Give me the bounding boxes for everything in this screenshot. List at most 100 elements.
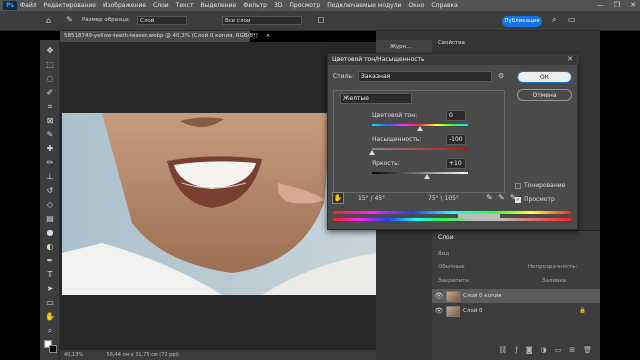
menu-select[interactable]: Выделение [200, 2, 236, 9]
lock-label: Закрепить: [438, 278, 471, 284]
menu-3d[interactable]: 3D [274, 2, 282, 9]
home-icon[interactable]: ⌂ [46, 16, 51, 25]
menu-image[interactable]: Изображение [103, 2, 146, 9]
document-tab[interactable]: 58518749-yellow-teeth-teaser.webp @ 40,3… [60, 31, 270, 42]
marquee-tool-icon[interactable]: ⬚ [45, 60, 55, 70]
preset-label: Стиль: [333, 73, 354, 80]
saturation-slider[interactable] [372, 148, 468, 150]
journal-tab[interactable]: Журн... [390, 44, 412, 50]
trash-icon[interactable]: 🗑 [583, 346, 592, 354]
cancel-button[interactable]: Отмена [517, 89, 572, 101]
pen-tool-icon[interactable]: ✒ [45, 256, 55, 266]
menu-edit[interactable]: Редактирование [44, 2, 96, 9]
new-layer-icon[interactable]: ⊞ [569, 346, 575, 354]
move-tool-icon[interactable]: ✥ [45, 46, 55, 56]
type-tool-icon[interactable]: T [45, 270, 55, 280]
workspace-icon[interactable]: ▭ [568, 15, 576, 24]
adjustment-icon[interactable]: ◑ [541, 346, 547, 354]
show-ring-checkbox[interactable] [318, 17, 324, 23]
background-color-swatch[interactable] [49, 345, 57, 353]
lightness-slider-thumb[interactable] [424, 174, 430, 179]
layer-row[interactable]: 👁 Слой 0 копия [432, 289, 600, 303]
opacity-label: Непрозрачность: [528, 264, 578, 270]
publish-button[interactable]: Публикация [502, 16, 542, 27]
range-right-readout: 75° \ 105° [428, 195, 459, 202]
menu-file[interactable]: Файл [20, 2, 37, 9]
eyedropper-sample-icon[interactable]: ✎ [486, 193, 493, 202]
hue-saturation-dialog: Цветовой тон/Насыщенность ✕ Стиль: Заказ… [327, 53, 579, 230]
quick-select-icon[interactable]: ✐ [45, 88, 55, 98]
menu-layers[interactable]: Слои [153, 2, 169, 9]
fx-icon[interactable]: ƒ [515, 346, 517, 354]
path-select-icon[interactable]: ➤ [45, 284, 55, 294]
layer-name: Слой 0 [463, 308, 483, 314]
hue-input[interactable]: 0 [446, 110, 466, 121]
dialog-close-icon[interactable]: ✕ [567, 55, 573, 63]
hand-tool-icon[interactable]: ✋ [45, 312, 55, 322]
saturation-slider-thumb[interactable] [369, 150, 375, 155]
ok-button[interactable]: ОК [517, 71, 572, 83]
link-icon[interactable]: ⛓ [498, 346, 507, 354]
gradient-tool-icon[interactable]: ▤ [45, 214, 55, 224]
eraser-tool-icon[interactable]: ◇ [45, 200, 55, 210]
visibility-eye-icon[interactable]: 👁 [432, 292, 446, 300]
crop-tool-icon[interactable]: ⌗ [45, 102, 55, 112]
preview-checkbox[interactable]: ✓ [515, 197, 521, 203]
maximize-button[interactable]: ❐ [614, 1, 620, 9]
history-brush-icon[interactable]: ↺ [45, 186, 55, 196]
healing-brush-icon[interactable]: ✚ [45, 144, 55, 154]
mask-icon[interactable]: ◙ [526, 346, 533, 354]
eyedropper-add-icon[interactable]: ✎ [498, 193, 505, 202]
hue-slider-thumb[interactable] [417, 126, 423, 131]
dodge-tool-icon[interactable]: ◐ [45, 242, 55, 252]
hand-adjust-icon[interactable]: ✋ [332, 192, 344, 204]
saturation-input[interactable]: -100 [446, 134, 466, 145]
search-icon[interactable]: ⌕ [552, 15, 556, 25]
layers-tab[interactable]: Слои [438, 234, 454, 241]
channel-select[interactable]: Желтые [340, 93, 412, 104]
close-window-button[interactable]: ✕ [630, 1, 636, 9]
blend-mode-select[interactable]: Обычные [438, 264, 465, 270]
photoshop-logo: Ps [3, 1, 17, 10]
layer-row[interactable]: 👁 Слой 0 🔒 [432, 304, 600, 318]
close-tab-icon[interactable]: × [266, 33, 271, 39]
layers-panel: Слои Вид Обычные Непрозрачность: Закрепи… [432, 230, 600, 360]
colorize-checkbox[interactable] [515, 183, 521, 189]
colorize-label: Тонирование [524, 182, 566, 189]
output-color-bar [333, 218, 571, 221]
sample-size-label: Размер образца: [82, 17, 130, 23]
shape-tool-icon[interactable]: ▭ [45, 298, 55, 308]
layer-filter-kind[interactable]: Вид [438, 251, 449, 257]
range-left-readout: 15° / 45° [358, 195, 386, 202]
zoom-tool-icon[interactable]: ⌕ [45, 326, 55, 336]
menu-plugins[interactable]: Подключаемые модули [327, 2, 401, 9]
lasso-tool-icon[interactable]: ◌ [45, 74, 55, 84]
eyedropper-tool-icon[interactable]: ✎ [66, 15, 73, 24]
preset-select[interactable]: Заказная [358, 71, 492, 82]
lightness-slider[interactable] [372, 172, 468, 174]
brush-tool-icon[interactable]: ✏ [45, 158, 55, 168]
blur-tool-icon[interactable]: ● [45, 228, 55, 238]
menu-type[interactable]: Текст [176, 2, 194, 9]
stamp-tool-icon[interactable]: ⊥ [45, 172, 55, 182]
properties-tab[interactable]: Свойства [438, 40, 465, 46]
menu-view[interactable]: Просмотр [289, 2, 320, 9]
gear-icon[interactable]: ⚙ [498, 72, 504, 80]
sample-layers-select[interactable]: Все слои [222, 16, 302, 25]
frame-tool-icon[interactable]: ⊠ [45, 116, 55, 126]
dialog-title: Цветовой тон/Насыщенность [328, 54, 579, 65]
visibility-eye-icon[interactable]: 👁 [432, 307, 446, 315]
sample-size-select[interactable]: Слой [137, 16, 187, 25]
zoom-level[interactable]: 40,13% [64, 352, 83, 358]
eyedropper-icon[interactable]: ✎ [45, 130, 55, 140]
layers-footer: ⛓ ƒ ◙ ◑ ▭ ⊞ 🗑 [432, 346, 600, 354]
color-range-selector[interactable] [458, 214, 500, 218]
lightness-input[interactable]: +10 [446, 158, 466, 169]
menu-window[interactable]: Окно [408, 2, 424, 9]
folder-icon[interactable]: ▭ [555, 346, 562, 354]
fill-label: Заливка: [542, 278, 568, 284]
minimize-button[interactable]: — [597, 1, 604, 9]
menu-help[interactable]: Справка [431, 2, 457, 9]
layer-name: Слой 0 копия [463, 293, 502, 299]
menu-filter[interactable]: Фильтр [243, 2, 267, 9]
